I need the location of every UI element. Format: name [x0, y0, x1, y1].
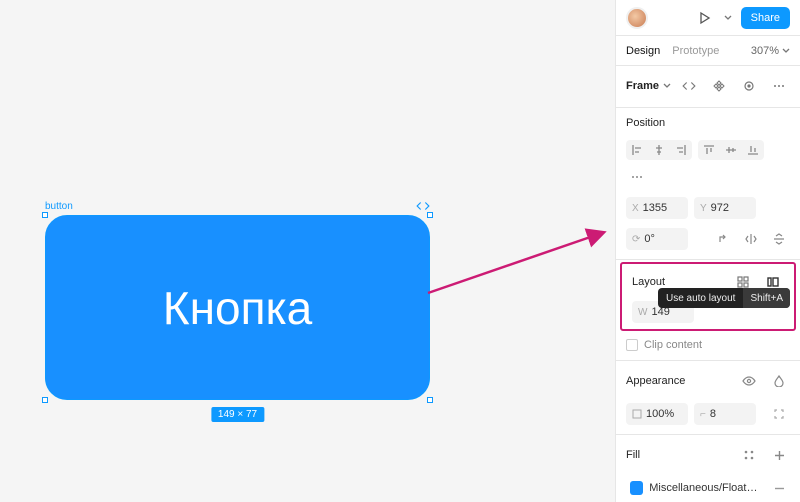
fill-detach-icon[interactable] — [768, 477, 790, 499]
align-hcenter-icon[interactable] — [648, 140, 670, 160]
position-xy-row: X1355 Y972 — [616, 197, 800, 228]
play-dropdown-icon[interactable] — [723, 7, 733, 29]
resize-handle-br[interactable] — [427, 397, 433, 403]
tab-prototype[interactable]: Prototype — [672, 45, 719, 57]
flip-90-icon[interactable] — [712, 228, 734, 250]
blend-icon[interactable] — [768, 370, 790, 392]
fill-style-name: Miscellaneous/Floatin... — [649, 482, 758, 494]
resize-handle-bl[interactable] — [42, 397, 48, 403]
rotation-icon: ⟳ — [632, 234, 640, 245]
code-icon — [416, 201, 430, 211]
radius-expand-icon[interactable] — [768, 403, 790, 425]
position-rotation-row: ⟳ 0° — [616, 228, 800, 260]
play-icon[interactable] — [693, 7, 715, 29]
resize-handle-tr[interactable] — [427, 212, 433, 218]
selected-frame-body[interactable]: Кнопка — [45, 215, 430, 400]
annotation-arrow — [420, 225, 610, 300]
autolayout-tooltip: Use auto layout Shift+A — [658, 288, 790, 308]
radius-field[interactable]: ⌐8 — [694, 403, 756, 425]
appearance-controls: 100% ⌐8 — [616, 398, 800, 435]
panel-topbar: Share — [616, 0, 800, 36]
flip-v-icon[interactable] — [768, 228, 790, 250]
zoom-value: 307% — [751, 45, 779, 57]
selection-label: button — [45, 201, 73, 212]
component-icon[interactable] — [708, 75, 730, 97]
fill-add-icon[interactable] — [768, 444, 790, 466]
position-section-header: Position — [616, 108, 800, 135]
align-top-icon[interactable] — [698, 140, 720, 160]
opacity-field[interactable]: 100% — [626, 403, 688, 425]
clip-content-checkbox[interactable]: Clip content — [626, 339, 702, 351]
reset-icon[interactable] — [738, 75, 760, 97]
clip-content-row: Clip content — [616, 337, 800, 361]
frame-section-header: Frame — [616, 66, 800, 108]
code-icon[interactable] — [678, 75, 700, 97]
layout-section: Layout W149 Use auto layout Shift+A — [620, 262, 796, 331]
rotation-field[interactable]: ⟳ 0° — [626, 228, 688, 250]
align-vcenter-icon[interactable] — [720, 140, 742, 160]
resize-handle-tl[interactable] — [42, 212, 48, 218]
frame-type-dropdown[interactable]: Frame — [626, 80, 671, 92]
canvas[interactable]: button Кнопка 149 × 77 — [0, 0, 615, 502]
x-field[interactable]: X1355 — [626, 197, 688, 219]
appearance-section-header: Appearance — [616, 361, 800, 398]
selected-frame[interactable]: button Кнопка 149 × 77 — [45, 215, 430, 400]
y-field[interactable]: Y972 — [694, 197, 756, 219]
fill-style-chip[interactable]: Miscellaneous/Floatin... — [626, 477, 762, 499]
zoom-control[interactable]: 307% — [751, 45, 790, 57]
align-vertical-group[interactable] — [698, 140, 764, 160]
align-more-icon[interactable] — [626, 166, 648, 188]
opacity-square-icon — [632, 409, 642, 419]
align-right-icon[interactable] — [670, 140, 692, 160]
fill-styles-icon[interactable] — [738, 444, 760, 466]
more-icon[interactable] — [768, 75, 790, 97]
position-align-row — [616, 135, 800, 197]
fill-row: Miscellaneous/Floatin... — [616, 472, 800, 502]
align-bottom-icon[interactable] — [742, 140, 764, 160]
fill-section-header: Fill — [616, 435, 800, 472]
align-horizontal-group[interactable] — [626, 140, 692, 160]
tab-design[interactable]: Design — [626, 45, 660, 57]
frame-inner-text: Кнопка — [163, 281, 312, 335]
share-button[interactable]: Share — [741, 7, 790, 29]
tooltip-shortcut: Shift+A — [743, 288, 790, 308]
properties-panel: Share Design Prototype 307% Frame Positi… — [615, 0, 800, 502]
panel-tabs: Design Prototype 307% — [616, 36, 800, 66]
avatar[interactable] — [626, 7, 648, 29]
visibility-icon[interactable] — [738, 370, 760, 392]
tooltip-text: Use auto layout — [658, 293, 744, 304]
fill-swatch — [630, 481, 643, 495]
selection-dimensions-badge: 149 × 77 — [211, 407, 264, 422]
flip-h-icon[interactable] — [740, 228, 762, 250]
align-left-icon[interactable] — [626, 140, 648, 160]
